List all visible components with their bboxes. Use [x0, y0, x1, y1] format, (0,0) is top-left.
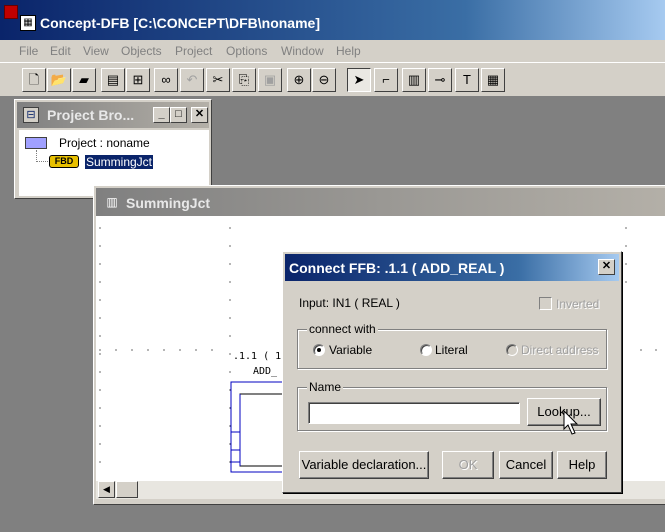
minimize-button[interactable]: _ [153, 107, 170, 123]
menu-window[interactable]: Window [281, 44, 324, 58]
undo-icon[interactable]: ↶ [180, 68, 204, 92]
project-icon [25, 137, 47, 149]
new-icon[interactable]: 🗋 [22, 68, 46, 92]
project-browser-title-bar[interactable]: ⊟ Project Bro... _ □ ✕ [17, 102, 209, 128]
radio-direct-address[interactable] [506, 344, 518, 356]
project-browser-title: Project Bro... [47, 107, 135, 123]
dialog-title-bar[interactable]: Connect FFB: .1.1 ( ADD_REAL ) ✕ [285, 254, 619, 281]
text-icon[interactable]: T [455, 68, 479, 92]
radio-variable-label[interactable]: Variable [329, 343, 372, 357]
variable-declaration-button[interactable]: Variable declaration... [299, 451, 429, 479]
radio-direct-address-label: Direct address [521, 343, 599, 357]
radio-variable[interactable] [313, 344, 325, 356]
link-icon[interactable]: ⌐ [374, 68, 398, 92]
scroll-left-icon[interactable]: ◀ [98, 481, 115, 498]
menu-bar: File Edit View Objects Project Options W… [0, 40, 665, 62]
menu-options[interactable]: Options [226, 44, 267, 58]
dialog-close-button[interactable]: ✕ [598, 259, 615, 275]
inverted-checkbox[interactable] [539, 297, 552, 310]
menu-view[interactable]: View [83, 44, 109, 58]
scroll-thumb[interactable] [116, 481, 138, 498]
menu-help[interactable]: Help [336, 44, 361, 58]
radio-literal[interactable] [420, 344, 432, 356]
app-corner-icon[interactable] [4, 5, 18, 19]
cut-icon[interactable]: ✂ [206, 68, 230, 92]
save-icon[interactable]: ▰ [72, 68, 96, 92]
menu-edit[interactable]: Edit [50, 44, 71, 58]
cancel-button[interactable]: Cancel [499, 451, 553, 479]
ffb-icon[interactable]: ▥ [402, 68, 426, 92]
block-type-label[interactable]: ADD_ [253, 366, 277, 377]
help-button[interactable]: Help [557, 451, 607, 479]
zoom-out-icon[interactable]: ⊖ [312, 68, 336, 92]
connection-icon[interactable]: ⊸ [428, 68, 452, 92]
find-icon[interactable]: ∞ [154, 68, 178, 92]
name-group-label: Name [307, 380, 344, 394]
dialog-title: Connect FFB: .1.1 ( ADD_REAL ) [289, 260, 505, 276]
mouse-cursor-icon [563, 410, 579, 435]
tree-line [36, 161, 48, 162]
select-icon[interactable]: ➤ [347, 68, 371, 92]
app-title-bar: ▦ Concept-DFB [C:\CONCEPT\DFB\noname] [0, 0, 665, 40]
app-icon: ▦ [20, 15, 36, 31]
project-browser-window: ⊟ Project Bro... _ □ ✕ Project : noname … [14, 99, 212, 199]
menu-project[interactable]: Project [175, 44, 212, 58]
fbd-badge: FBD [49, 155, 79, 168]
app-title: Concept-DFB [C:\CONCEPT\DFB\noname] [40, 15, 320, 31]
editor-title: SummingJct [126, 195, 211, 211]
paste-icon[interactable]: ▣ [258, 68, 282, 92]
hierarchy-icon[interactable]: ⊞ [126, 68, 150, 92]
zoom-in-icon[interactable]: ⊕ [287, 68, 311, 92]
maximize-button[interactable]: □ [170, 107, 187, 123]
connect-ffb-dialog: Connect FFB: .1.1 ( ADD_REAL ) ✕ Input: … [282, 251, 622, 493]
connect-with-label: connect with [307, 322, 378, 336]
editor-title-bar[interactable]: ▥ SummingJct [96, 188, 665, 216]
project-browser-icon: ⊟ [23, 107, 39, 123]
editor-icon: ▥ [106, 195, 118, 209]
copy-icon[interactable]: ⎘ [232, 68, 256, 92]
toolbar: 🗋 📂 ▰ ▤ ⊞ ∞ ↶ ✂ ⎘ ▣ ⊕ ⊖ ➤ ⌐ ▥ ⊸ T ▦ [0, 62, 665, 96]
grid-icon[interactable]: ▦ [481, 68, 505, 92]
name-input[interactable] [308, 402, 520, 424]
ok-button[interactable]: OK [442, 451, 494, 479]
properties-icon[interactable]: ▤ [101, 68, 125, 92]
open-icon[interactable]: 📂 [47, 68, 71, 92]
menu-file[interactable]: File [19, 44, 38, 58]
radio-literal-label[interactable]: Literal [435, 343, 468, 357]
project-label[interactable]: Project : noname [59, 136, 150, 150]
menu-objects[interactable]: Objects [121, 44, 162, 58]
tree-item-summingjct[interactable]: SummingJct [85, 155, 154, 169]
inverted-label: Inverted [556, 297, 600, 311]
input-label: Input: IN1 ( REAL ) [299, 296, 400, 310]
close-button[interactable]: ✕ [191, 107, 208, 123]
